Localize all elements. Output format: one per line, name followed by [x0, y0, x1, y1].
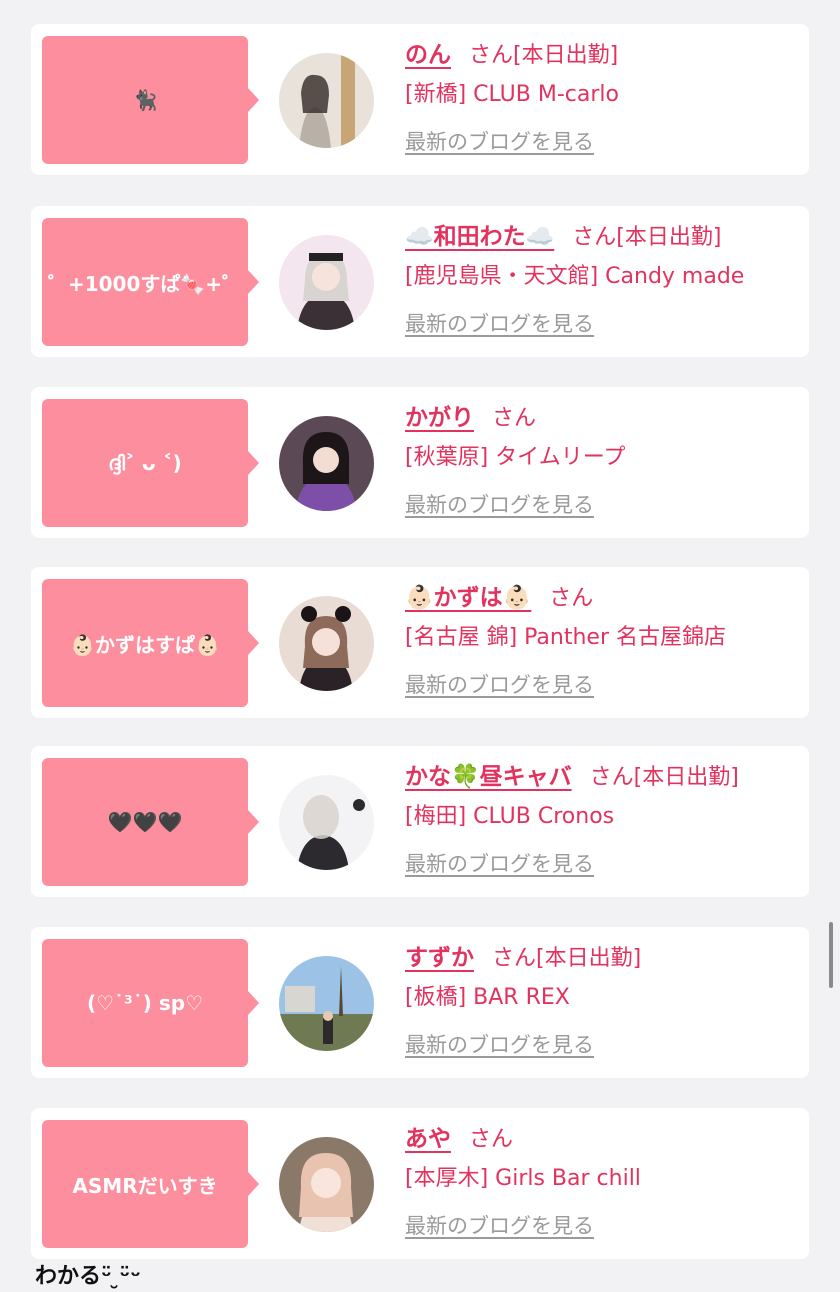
work-status: [本日出勤] — [616, 225, 722, 250]
avatar-photo — [279, 956, 374, 1051]
shop-name: [本厚木] Girls Bar chill — [405, 1166, 641, 1191]
avatar-photo — [279, 596, 374, 691]
tagline-bubble: 👶🏻かずはすぱ👶🏻 — [42, 579, 259, 707]
honorific: さん — [492, 406, 537, 431]
avatar[interactable] — [279, 416, 374, 511]
blog-link[interactable]: 最新のブログを見る — [405, 669, 594, 699]
cast-info: 👶🏻かずは👶🏻 さん [名古屋 錦] Panther 名古屋錦店 最新のブログを見… — [405, 579, 801, 699]
shop-name: [鹿児島県・天文館] Candy made — [405, 264, 745, 289]
avatar[interactable] — [279, 235, 374, 330]
cast-name-link[interactable]: ☁️和田わた☁️ — [405, 224, 554, 250]
blog-link[interactable]: 最新のブログを見る — [405, 308, 594, 338]
cast-info: かな🍀昼キャバ さん[本日出勤] [梅田] CLUB Cronos 最新のブログを… — [405, 758, 801, 878]
shop-name: [秋葉原] タイムリープ — [405, 445, 626, 470]
avatar-photo — [279, 775, 374, 870]
tagline-bubble: 🐈‍⬛ — [42, 36, 259, 164]
next-tagline-text: わかるᵕ̈ ̮ᵕ̈ᵕ — [35, 1264, 141, 1289]
tagline-bubble: 🖤🖤🖤 — [42, 758, 259, 886]
avatar[interactable] — [279, 1137, 374, 1232]
avatar-photo — [279, 53, 374, 148]
cast-name-link[interactable]: あや — [405, 1126, 451, 1152]
scrollbar-thumb[interactable] — [829, 922, 833, 988]
cast-card: 👶🏻かずはすぱ👶🏻 👶🏻かずは👶🏻 さん [名古屋 錦] Panther 名古屋錦… — [31, 567, 809, 718]
cast-card: 🖤🖤🖤 かな🍀昼キャバ さん[本日出勤] [梅田] CLUB Cronos 最新の… — [31, 746, 809, 897]
cast-info: ☁️和田わた☁️ さん[本日出勤] [鹿児島県・天文館] Candy made 最… — [405, 218, 801, 338]
work-status: [本日出勤] — [536, 946, 642, 971]
work-status: [本日出勤] — [633, 765, 739, 790]
tagline-bubble: (♡˙³˙) sp♡ — [42, 939, 259, 1067]
cast-info: あや さん [本厚木] Girls Bar chill 最新のブログを見る — [405, 1120, 801, 1240]
blog-link[interactable]: 最新のブログを見る — [405, 489, 594, 519]
work-status: [本日出勤] — [513, 43, 619, 68]
blog-link[interactable]: 最新のブログを見る — [405, 1210, 594, 1240]
honorific: さん — [469, 1127, 514, 1152]
cast-card: (♡˙³˙) sp♡ すずか さん[本日出勤] [板橋] BAR REX 最新のブ… — [31, 927, 809, 1078]
avatar[interactable] — [279, 596, 374, 691]
avatar-photo — [279, 1137, 374, 1232]
honorific: さん — [589, 765, 634, 790]
blog-link[interactable]: 最新のブログを見る — [405, 848, 594, 878]
cast-name-link[interactable]: かがり — [405, 405, 474, 431]
cast-card: ASMRだいすき あや さん [本厚木] Girls Bar chill 最新のブ… — [31, 1108, 809, 1259]
avatar-photo — [279, 416, 374, 511]
cast-name-link[interactable]: のん — [405, 42, 451, 68]
honorific: さん — [549, 586, 594, 611]
cast-card: 🐈‍⬛ のん さん[本日出勤] [新橋] CLUB M-carlo 最新のブログを… — [31, 24, 809, 175]
cast-card: ゜+1000すぱ🍬+゜ ☁️和田わた☁️ さん[本日出勤] [鹿児島県・天文館] … — [31, 206, 809, 357]
avatar[interactable] — [279, 956, 374, 1051]
avatar[interactable] — [279, 775, 374, 870]
cast-name-link[interactable]: すずか — [405, 945, 474, 971]
cast-info: かがり さん [秋葉原] タイムリープ 最新のブログを見る — [405, 399, 801, 519]
blog-link[interactable]: 最新のブログを見る — [405, 126, 594, 156]
shop-name: [梅田] CLUB Cronos — [405, 804, 615, 829]
tagline-bubble: ദ്ദി˃ ᴗ ˂) — [42, 399, 259, 527]
tagline-bubble: ゜+1000すぱ🍬+゜ — [42, 218, 259, 346]
cast-name-link[interactable]: 👶🏻かずは👶🏻 — [405, 585, 531, 611]
avatar[interactable] — [279, 53, 374, 148]
shop-name: [名古屋 錦] Panther 名古屋錦店 — [405, 625, 726, 650]
cast-name-link[interactable]: かな🍀昼キャバ — [405, 764, 572, 790]
blog-link[interactable]: 最新のブログを見る — [405, 1029, 594, 1059]
honorific: さん — [469, 43, 514, 68]
cast-info: のん さん[本日出勤] [新橋] CLUB M-carlo 最新のブログを見る — [405, 36, 801, 156]
shop-name: [新橋] CLUB M-carlo — [405, 82, 619, 107]
cast-info: すずか さん[本日出勤] [板橋] BAR REX 最新のブログを見る — [405, 939, 801, 1059]
cast-card: ദ്ദി˃ ᴗ ˂) かがり さん [秋葉原] タイムリープ 最新のブログを見る — [31, 387, 809, 538]
honorific: さん — [572, 225, 617, 250]
tagline-bubble: ASMRだいすき — [42, 1120, 259, 1248]
honorific: さん — [492, 946, 537, 971]
shop-name: [板橋] BAR REX — [405, 985, 570, 1010]
avatar-photo — [279, 235, 374, 330]
